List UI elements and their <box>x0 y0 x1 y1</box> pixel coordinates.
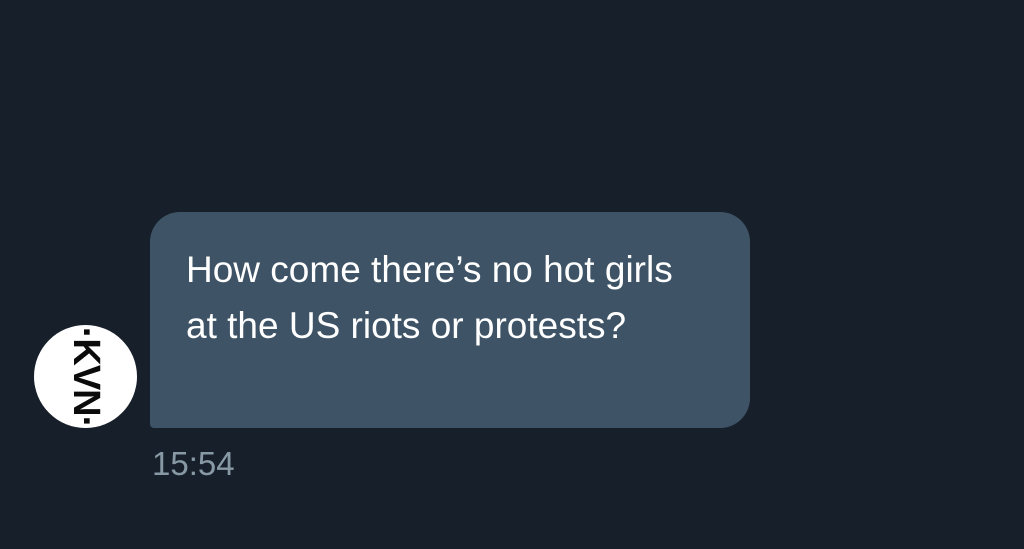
message-bubble[interactable]: How come there’s no hot girls at the US … <box>150 212 750 428</box>
conversation-view: ·KVN· How come there’s no hot girls at t… <box>0 0 1024 549</box>
message-text: How come there’s no hot girls at the US … <box>186 249 673 346</box>
sender-avatar[interactable]: ·KVN· <box>34 325 137 428</box>
message-timestamp: 15:54 <box>152 445 235 482</box>
avatar-logo-text: ·KVN· <box>64 326 107 427</box>
